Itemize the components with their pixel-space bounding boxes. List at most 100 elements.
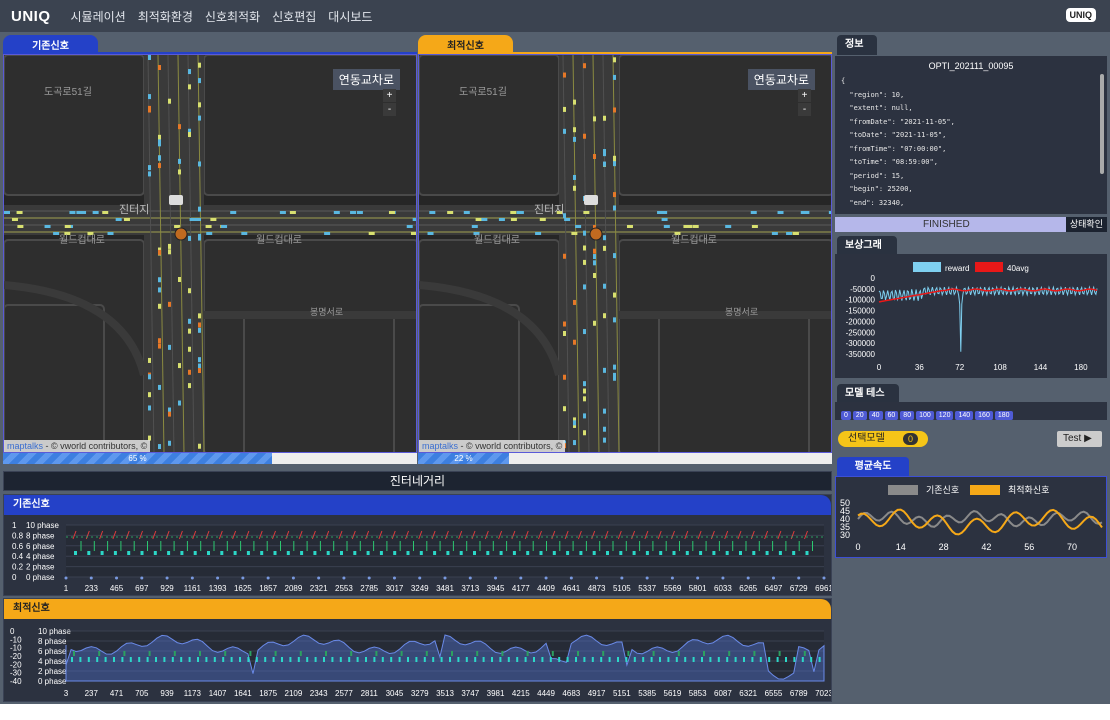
- model-chip[interactable]: 180: [994, 411, 1013, 420]
- vehicle: [613, 192, 616, 198]
- phase-label: 6 phase: [38, 647, 67, 656]
- vehicle: [593, 248, 596, 254]
- vehicle: [593, 260, 596, 266]
- signal-mark: [197, 657, 199, 662]
- signal-mark: [712, 551, 716, 555]
- vehicle: [158, 139, 161, 145]
- nav-item-5[interactable]: 대시보드: [328, 8, 372, 25]
- vehicle: [613, 57, 616, 63]
- vehicle: [583, 133, 586, 139]
- model-chip[interactable]: 100: [916, 411, 934, 420]
- vehicle: [388, 211, 395, 214]
- signal-mark: [776, 657, 779, 662]
- tick-dot: [746, 576, 750, 580]
- signal-mark: [592, 551, 596, 555]
- selected-model[interactable]: 선택모델 0: [838, 431, 928, 447]
- model-chip[interactable]: 160: [975, 411, 993, 420]
- progress-optimized: 22 %: [418, 453, 832, 464]
- model-chip[interactable]: 40: [868, 411, 883, 420]
- test-button[interactable]: Test ▶: [1057, 431, 1102, 447]
- signal-mark: [717, 657, 720, 662]
- vehicle: [198, 161, 201, 167]
- zoom-in-button[interactable]: +: [798, 89, 811, 102]
- y-tick-label: -100000: [846, 296, 876, 305]
- check-status-button[interactable]: 상태확인: [1065, 217, 1107, 232]
- vehicle: [792, 232, 799, 235]
- maptalks-link[interactable]: maptalks: [422, 441, 458, 451]
- signal-mark: [446, 551, 450, 555]
- vehicle: [517, 211, 524, 214]
- y-tick-label: -200000: [846, 317, 876, 326]
- signal-mark: [96, 657, 99, 662]
- model-chip[interactable]: 60: [884, 411, 899, 420]
- signal-mark: [180, 657, 183, 662]
- x-tick-label: 0: [855, 542, 860, 552]
- tick-dot: [771, 576, 775, 580]
- vehicle: [786, 232, 793, 235]
- maptalks-link[interactable]: maptalks: [7, 441, 43, 451]
- model-chip[interactable]: 140: [955, 411, 974, 420]
- signal-mark: [602, 651, 605, 656]
- nav-item-2[interactable]: 최적화환경: [138, 8, 193, 25]
- signal-mark: [153, 551, 157, 555]
- signal-mark: [785, 657, 787, 662]
- nav-item-1[interactable]: 시뮬레이션: [71, 8, 126, 25]
- zoom-out-button[interactable]: -: [383, 103, 396, 116]
- nav-item-3[interactable]: 신호최적화: [205, 8, 260, 25]
- phase-label: 0 phase: [26, 573, 55, 582]
- tab-existing-signal[interactable]: 기존신호: [3, 35, 98, 53]
- signal-mark: [575, 657, 577, 662]
- road-label: 진터지: [119, 203, 149, 216]
- signal-mark: [230, 657, 233, 662]
- map-optimized[interactable]: 도곡로51길 진터지 월드컵대로 월드컵대로 봉명서로 연동교차로 + - maptal…: [418, 54, 832, 453]
- tab-info[interactable]: 정보: [837, 35, 877, 55]
- model-chip[interactable]: 120: [935, 411, 954, 420]
- x-tick-label: 6555: [765, 689, 783, 698]
- x-tick-label: 5105: [613, 584, 631, 593]
- brand-logo[interactable]: UNIQ: [11, 8, 51, 25]
- y-tick-label: 0.8: [12, 531, 24, 540]
- scrollbar[interactable]: [1100, 74, 1104, 174]
- model-chip[interactable]: 0: [841, 411, 851, 420]
- signal-mark: [87, 657, 90, 662]
- signal-mark: [281, 657, 283, 662]
- vehicle: [168, 249, 171, 255]
- vehicle: [563, 331, 566, 337]
- signal-mark: [459, 551, 463, 555]
- tab-avg-speed[interactable]: 평균속도: [837, 457, 909, 477]
- model-chip[interactable]: 20: [852, 411, 867, 420]
- x-tick-label: 4641: [562, 584, 580, 593]
- signal-mark: [440, 657, 443, 662]
- vehicle: [188, 346, 191, 352]
- signal-mark: [810, 657, 813, 662]
- x-tick-label: 6087: [714, 689, 732, 698]
- tab-model-test[interactable]: 모델 테스트: [837, 384, 899, 419]
- tab-optimized-signal[interactable]: 최적신호: [418, 35, 513, 53]
- vehicle: [661, 211, 668, 214]
- vehicle: [583, 396, 586, 402]
- x-tick-label: 4449: [537, 689, 555, 698]
- map-attribution: maptalks - © vworld contributors, ©: [419, 440, 566, 452]
- signal-mark: [100, 551, 104, 555]
- signal-mark: [73, 651, 75, 656]
- legend-label: reward: [945, 264, 969, 273]
- vehicle: [613, 74, 616, 80]
- x-tick-label: 3713: [461, 584, 479, 593]
- tick-dot: [140, 576, 144, 580]
- signal-mark: [675, 657, 678, 662]
- signal-mark: [140, 551, 144, 555]
- model-chip[interactable]: 80: [900, 411, 915, 420]
- zoom-in-button[interactable]: +: [383, 89, 396, 102]
- map-existing[interactable]: 도곡로51길 진터지 월드컵대로 월드컵대로 봉명서로 연동교차로 + - maptal…: [3, 54, 417, 453]
- info-panel: OPTI_202111_00095 { "region": 10, "exten…: [835, 56, 1107, 214]
- zoom-out-button[interactable]: -: [798, 103, 811, 116]
- vehicle: [583, 259, 586, 265]
- signal-mark: [173, 651, 176, 656]
- y-tick-label: 0: [871, 274, 876, 283]
- nav-item-4[interactable]: 신호편집: [272, 8, 316, 25]
- signal-mark: [619, 551, 623, 555]
- signal-mark: [526, 651, 529, 656]
- tab-reward-graph[interactable]: 보상그래프: [837, 236, 897, 271]
- signal-mark: [98, 651, 101, 656]
- signal-mark: [272, 657, 275, 662]
